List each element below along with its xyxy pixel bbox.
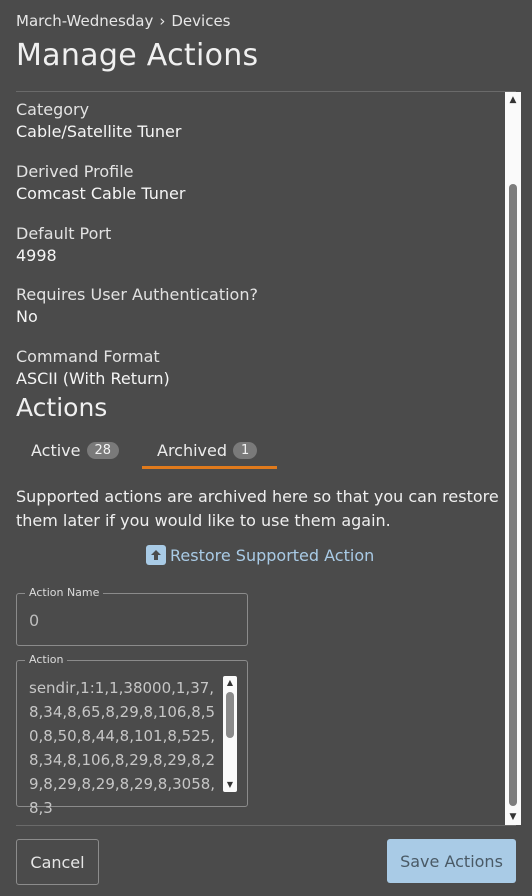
command-format-field: Command Format ASCII (With Return) <box>16 347 170 388</box>
scroll-down-arrow-icon[interactable]: ▼ <box>225 780 235 790</box>
requires-auth-value: No <box>16 307 38 326</box>
action-textarea-scrollbar[interactable]: ▲ ▼ <box>223 676 237 792</box>
footer-divider <box>16 825 516 826</box>
action-textarea[interactable]: sendir,1:1,1,38000,1,37,8,34,8,65,8,29,8… <box>29 676 225 820</box>
content-scroll-area: Category Cable/Satellite Tuner Derived P… <box>0 92 504 825</box>
default-port-field: Default Port 4998 <box>16 224 111 265</box>
action-textarea-scroll-thumb[interactable] <box>226 692 234 738</box>
default-port-value: 4998 <box>16 246 57 265</box>
breadcrumb: March-Wednesday › Devices <box>16 12 231 30</box>
scroll-down-arrow-icon[interactable]: ▼ <box>508 812 518 822</box>
tab-active-label: Active <box>31 440 81 460</box>
tab-archived-count-badge: 1 <box>233 441 258 459</box>
derived-profile-label: Derived Profile <box>16 162 134 181</box>
action-name-field[interactable]: Action Name 0 <box>16 586 248 646</box>
breadcrumb-separator: › <box>159 12 166 30</box>
tab-active-count-badge: 28 <box>86 441 120 459</box>
action-name-input[interactable]: 0 <box>29 611 39 630</box>
page-title: Manage Actions <box>16 38 259 73</box>
requires-auth-field: Requires User Authentication? No <box>16 285 258 326</box>
scroll-up-arrow-icon[interactable]: ▲ <box>225 678 235 688</box>
action-name-label: Action Name <box>25 586 104 599</box>
command-format-label: Command Format <box>16 347 160 366</box>
tab-archived-label: Archived <box>157 440 228 460</box>
action-label: Action <box>25 653 68 666</box>
default-port-label: Default Port <box>16 224 112 243</box>
requires-auth-label: Requires User Authentication? <box>16 285 258 304</box>
tab-archived[interactable]: Archived 1 <box>157 432 258 468</box>
restore-supported-action-link[interactable]: Restore Supported Action <box>146 545 374 565</box>
cancel-button[interactable]: Cancel <box>16 839 99 885</box>
breadcrumb-parent[interactable]: March-Wednesday <box>16 12 153 30</box>
restore-upload-icon <box>146 545 166 565</box>
tab-active[interactable]: Active 28 <box>31 432 120 468</box>
category-field: Category Cable/Satellite Tuner <box>16 100 181 141</box>
selected-tab-indicator <box>142 466 277 469</box>
save-actions-button[interactable]: Save Actions <box>387 839 516 883</box>
breadcrumb-current[interactable]: Devices <box>171 12 230 30</box>
content-scrollbar[interactable]: ▲ ▼ <box>505 92 521 825</box>
command-format-value: ASCII (With Return) <box>16 369 170 388</box>
archived-help-text: Supported actions are archived here so t… <box>16 487 499 530</box>
actions-heading: Actions <box>16 393 108 422</box>
restore-supported-action-label: Restore Supported Action <box>170 545 375 565</box>
category-value: Cable/Satellite Tuner <box>16 122 182 141</box>
derived-profile-value: Comcast Cable Tuner <box>16 184 186 203</box>
action-field[interactable]: Action sendir,1:1,1,38000,1,37,8,34,8,65… <box>16 653 248 817</box>
scroll-up-arrow-icon[interactable]: ▲ <box>508 95 518 105</box>
content-scroll-thumb[interactable] <box>509 184 517 806</box>
derived-profile-field: Derived Profile Comcast Cable Tuner <box>16 162 185 203</box>
category-label: Category <box>16 100 90 119</box>
